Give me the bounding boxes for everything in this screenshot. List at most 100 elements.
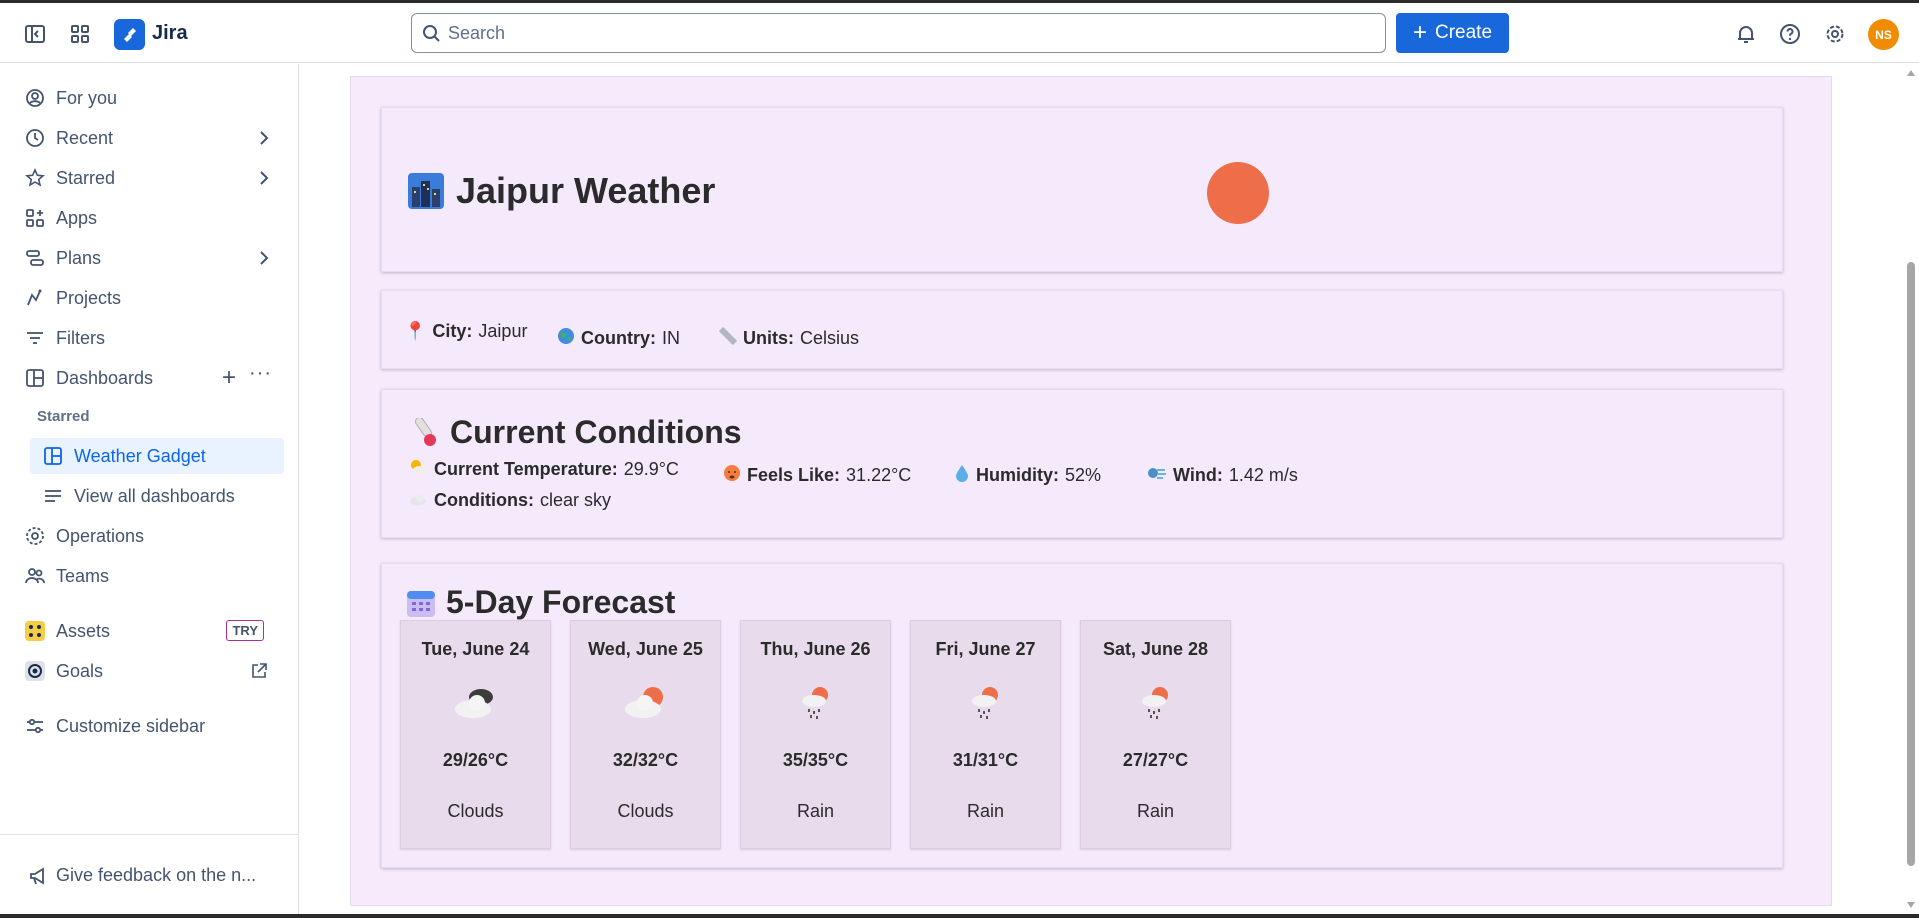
wind-value: 1.42 m/s [1228, 465, 1298, 485]
chevron-right-icon[interactable] [256, 129, 272, 147]
app-switcher-icon[interactable] [67, 21, 93, 47]
operations-icon [22, 523, 48, 549]
humidity-label: Humidity: [976, 465, 1059, 485]
feels-label: Feels Like: [747, 465, 841, 485]
sidebar-item-operations[interactable]: Operations [12, 518, 284, 554]
current-conditions: Conditions: clear sky [408, 490, 611, 511]
sidebar-item-starred[interactable]: Starred [12, 160, 284, 196]
forecast-card: 5-Day Forecast Tue, June 24 29/26°C Clou… [381, 563, 1783, 868]
search-box[interactable] [411, 13, 1386, 53]
add-dashboard-plus-icon[interactable]: + [222, 364, 236, 392]
scroll-up-arrow-icon[interactable] [1906, 68, 1916, 78]
try-badge: TRY [226, 620, 264, 641]
external-link-icon[interactable] [250, 662, 268, 680]
forecast-condition: Rain [966, 801, 1005, 821]
jira-logo-icon[interactable] [114, 19, 145, 50]
calendar-icon [407, 590, 435, 617]
feels-like: Feels Like: 31.22°C [723, 464, 911, 487]
star-icon [22, 165, 48, 191]
forecast-date: Wed, June 25 [588, 639, 703, 659]
humidity-value: 52% [1065, 465, 1102, 485]
forecast-condition: Rain [1136, 801, 1175, 821]
user-avatar[interactable]: NS [1868, 19, 1899, 50]
city-label: City: [432, 321, 473, 341]
sidebar-item-goals[interactable]: Goals [12, 653, 284, 689]
wind: Wind: 1.42 m/s [1147, 464, 1298, 487]
cityscape-icon [408, 173, 444, 209]
settings-gear-icon[interactable] [1822, 21, 1848, 47]
forecast-date: Tue, June 24 [421, 639, 530, 659]
sidebar-item-label: Weather Gadget [74, 445, 206, 466]
list-icon [40, 483, 66, 509]
sidebar-item-weather-gadget[interactable]: Weather Gadget [30, 438, 284, 474]
scroll-thumb[interactable] [1907, 262, 1915, 866]
sidebar-item-plans[interactable]: Plans [12, 240, 284, 276]
page-scrollbar[interactable] [1903, 64, 1919, 914]
sidebar-item-projects[interactable]: Projects [12, 280, 284, 316]
scroll-down-arrow-icon[interactable] [1906, 900, 1916, 910]
filter-icon [22, 325, 48, 351]
sidebar-item-label: Filters [56, 327, 105, 348]
pin-icon: 📍 [404, 321, 427, 341]
forecast-date: Fri, June 27 [935, 639, 1036, 659]
sidebar-item-label: Dashboards [56, 367, 154, 388]
dashboard-icon [22, 365, 48, 391]
forecast-temp: 29/26°C [442, 750, 509, 770]
sidebar-item-label: Customize sidebar [56, 715, 206, 736]
notifications-bell-icon[interactable] [1733, 21, 1759, 47]
cloud-icon [408, 490, 428, 511]
current-conditions-card: Current Conditions Current Temperature: … [381, 389, 1783, 538]
forecast-day: Sat, June 28 27/27°C Rain [1080, 620, 1231, 849]
sidebar-item-assets[interactable]: Assets TRY [12, 613, 284, 649]
sidebar-footer: Give feedback on the n... [0, 834, 299, 914]
sidebar-item-teams[interactable]: Teams [12, 558, 284, 594]
sidebar-item-label: Assets [56, 620, 111, 641]
sidebar-item-for-you[interactable]: For you [12, 80, 284, 116]
clouds-icon [401, 668, 550, 738]
current-temperature: Current Temperature: 29.9°C [408, 458, 679, 481]
forecast-day: Wed, June 25 32/32°C Clouds [570, 620, 721, 849]
forecast-date: Sat, June 28 [1102, 639, 1209, 659]
sidebar-item-label: View all dashboards [74, 485, 235, 506]
city-value: Jaipur [478, 321, 528, 341]
search-input[interactable] [448, 14, 1368, 52]
city-info: 📍 City: Jaipur [404, 321, 527, 342]
forecast-condition: Clouds [617, 801, 674, 821]
sidebar-item-label: Starred [56, 167, 116, 188]
wind-label: Wind: [1173, 465, 1223, 485]
sidebar-item-apps[interactable]: Apps [12, 200, 284, 236]
wind-face-icon [1147, 464, 1167, 487]
sidebar-item-label: Operations [56, 525, 145, 546]
create-button[interactable]: + Create [1396, 13, 1509, 53]
apps-icon [22, 205, 48, 231]
sidebar-item-customize-sidebar[interactable]: Customize sidebar [12, 708, 284, 744]
chevron-right-icon[interactable] [256, 169, 272, 187]
help-icon[interactable] [1777, 21, 1803, 47]
sidebar-item-recent[interactable]: Recent [12, 120, 284, 156]
give-feedback-link[interactable]: Give feedback on the n... [28, 865, 256, 886]
chevron-right-icon[interactable] [256, 249, 272, 267]
sidebar-item-dashboards[interactable]: Dashboards + ··· [12, 360, 284, 396]
main-content: Jaipur Weather 📍 City: Jaipur Country: I… [300, 64, 1894, 914]
ruler-icon [718, 326, 738, 350]
hot-face-icon [723, 464, 741, 487]
person-circle-icon [22, 85, 48, 111]
units-value: Celsius [800, 328, 860, 348]
sidebar-item-view-all-dashboards[interactable]: View all dashboards [30, 478, 284, 514]
location-info-card: 📍 City: Jaipur Country: IN Units: Celsiu… [381, 290, 1783, 369]
current-conditions-heading: Current Conditions [410, 414, 742, 451]
rain-icon [741, 668, 890, 738]
plus-icon: + [1412, 19, 1427, 46]
plans-icon [22, 245, 48, 271]
brand-name[interactable]: Jira [152, 22, 188, 45]
more-options-icon[interactable]: ··· [249, 362, 272, 385]
conditions-label: Conditions: [434, 490, 534, 510]
country-value: IN [662, 328, 680, 348]
gadget-title: Jaipur Weather [408, 170, 715, 212]
forecast-temp: 35/35°C [782, 750, 849, 770]
sidebar-item-filters[interactable]: Filters [12, 320, 284, 356]
clock-icon [22, 125, 48, 151]
assets-icon [22, 618, 48, 644]
conditions-value: clear sky [539, 490, 611, 510]
sidebar-toggle-icon[interactable] [22, 21, 48, 47]
